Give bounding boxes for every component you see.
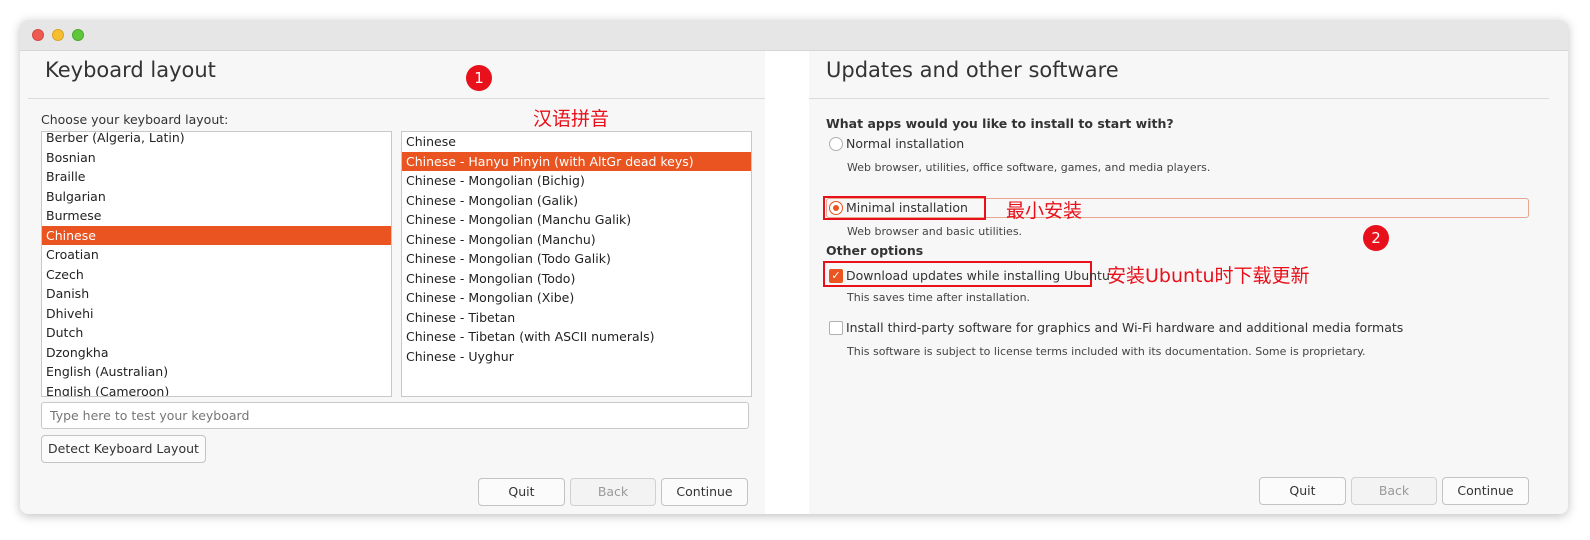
minimize-window-icon[interactable] [52, 29, 64, 41]
layout-list-item[interactable]: Bosnian [42, 148, 391, 168]
continue-button[interactable]: Continue [661, 478, 748, 506]
annotation-pinyin: 汉语拼音 [533, 108, 610, 130]
variant-list-item[interactable]: Chinese [402, 132, 751, 152]
layout-list[interactable]: Berber (Algeria, Latin) Bosnian Braille Bul… [41, 131, 392, 397]
layout-list-item[interactable]: Croatian [42, 245, 391, 265]
layout-list-item[interactable]: Burmese [42, 206, 391, 226]
layout-list-item[interactable]: Dzongkha [42, 343, 391, 363]
download-updates-desc: This saves time after installation. [847, 291, 1031, 304]
close-window-icon[interactable] [32, 29, 44, 41]
minimal-install-desc: Web browser and basic utilities. [847, 225, 1023, 238]
annotation-updates: 安装Ubuntu时下载更新 [1107, 265, 1310, 287]
step-marker-2: 2 [1363, 225, 1389, 251]
download-updates-label[interactable]: Download updates while installing Ubuntu [846, 268, 1110, 283]
layout-list-item[interactable]: English (Cameroon) [42, 382, 391, 397]
step-marker-1: 1 [466, 65, 492, 91]
layout-list-item[interactable]: Dhivehi [42, 304, 391, 324]
layout-list-item[interactable]: English (Australian) [42, 362, 391, 382]
page-title: Updates and other software [826, 58, 1119, 82]
third-party-checkbox[interactable] [829, 321, 843, 335]
back-button[interactable]: Back [1351, 477, 1437, 505]
normal-install-radio[interactable] [829, 137, 843, 151]
divider [28, 98, 765, 99]
layout-list-item[interactable]: Braille [42, 167, 391, 187]
minimal-install-label[interactable]: Minimal installation [846, 200, 968, 215]
variant-list-item[interactable]: Chinese - Mongolian (Xibe) [402, 288, 751, 308]
keyboard-layout-panel: Keyboard layout 1 Choose your keyboard l… [28, 51, 765, 514]
other-options-heading: Other options [826, 243, 924, 258]
normal-install-desc: Web browser, utilities, office software,… [847, 161, 1211, 174]
download-updates-checkbox[interactable]: ✓ [829, 269, 843, 283]
variant-list-item[interactable]: Chinese - Tibetan [402, 308, 751, 328]
third-party-label[interactable]: Install third-party software for graphic… [846, 320, 1403, 335]
layout-list-item[interactable]: Bulgarian [42, 187, 391, 207]
title-bar [20, 20, 1568, 51]
layout-list-item[interactable]: Berber (Algeria, Latin) [42, 132, 391, 148]
normal-install-label[interactable]: Normal installation [846, 136, 964, 151]
install-question: What apps would you like to install to s… [826, 116, 1174, 131]
third-party-desc: This software is subject to license term… [847, 345, 1366, 358]
quit-button[interactable]: Quit [478, 478, 565, 506]
variant-list-item[interactable]: Chinese - Uyghur [402, 347, 751, 367]
variant-list-item[interactable]: Chinese - Mongolian (Bichig) [402, 171, 751, 191]
maximize-window-icon[interactable] [72, 29, 84, 41]
variant-list-item[interactable]: Chinese - Mongolian (Todo) [402, 269, 751, 289]
quit-button[interactable]: Quit [1259, 477, 1346, 505]
minimal-install-radio[interactable] [829, 201, 843, 215]
variant-list-item[interactable]: Chinese - Mongolian (Galik) [402, 191, 751, 211]
layout-list-item[interactable]: Chinese [42, 225, 391, 245]
detect-layout-button[interactable]: Detect Keyboard Layout [41, 435, 206, 463]
variant-list-item[interactable]: Chinese - Mongolian (Todo Galik) [402, 249, 751, 269]
keyboard-test-input[interactable] [41, 402, 749, 429]
annotation-minimal: 最小安装 [1006, 200, 1083, 222]
variant-list[interactable]: Chinese Chinese - Hanyu Pinyin (with AltG… [401, 131, 752, 397]
panel-gap [765, 51, 809, 514]
installer-window: Keyboard layout 1 Choose your keyboard l… [20, 20, 1568, 514]
layout-list-item[interactable]: Czech [42, 265, 391, 285]
divider [809, 98, 1549, 99]
variant-list-item[interactable]: Chinese - Hanyu Pinyin (with AltGr dead … [402, 151, 751, 171]
continue-button[interactable]: Continue [1442, 477, 1529, 505]
variant-list-item[interactable]: Chinese - Mongolian (Manchu Galik) [402, 210, 751, 230]
choose-layout-label: Choose your keyboard layout: [41, 112, 229, 127]
layout-list-item[interactable]: Dutch [42, 323, 391, 343]
back-button[interactable]: Back [570, 478, 656, 506]
updates-panel: Updates and other software What apps wou… [809, 51, 1549, 514]
variant-list-item[interactable]: Chinese - Mongolian (Manchu) [402, 230, 751, 250]
page-title: Keyboard layout [45, 58, 216, 82]
layout-list-item[interactable]: Danish [42, 284, 391, 304]
variant-list-item[interactable]: Chinese - Tibetan (with ASCII numerals) [402, 327, 751, 347]
